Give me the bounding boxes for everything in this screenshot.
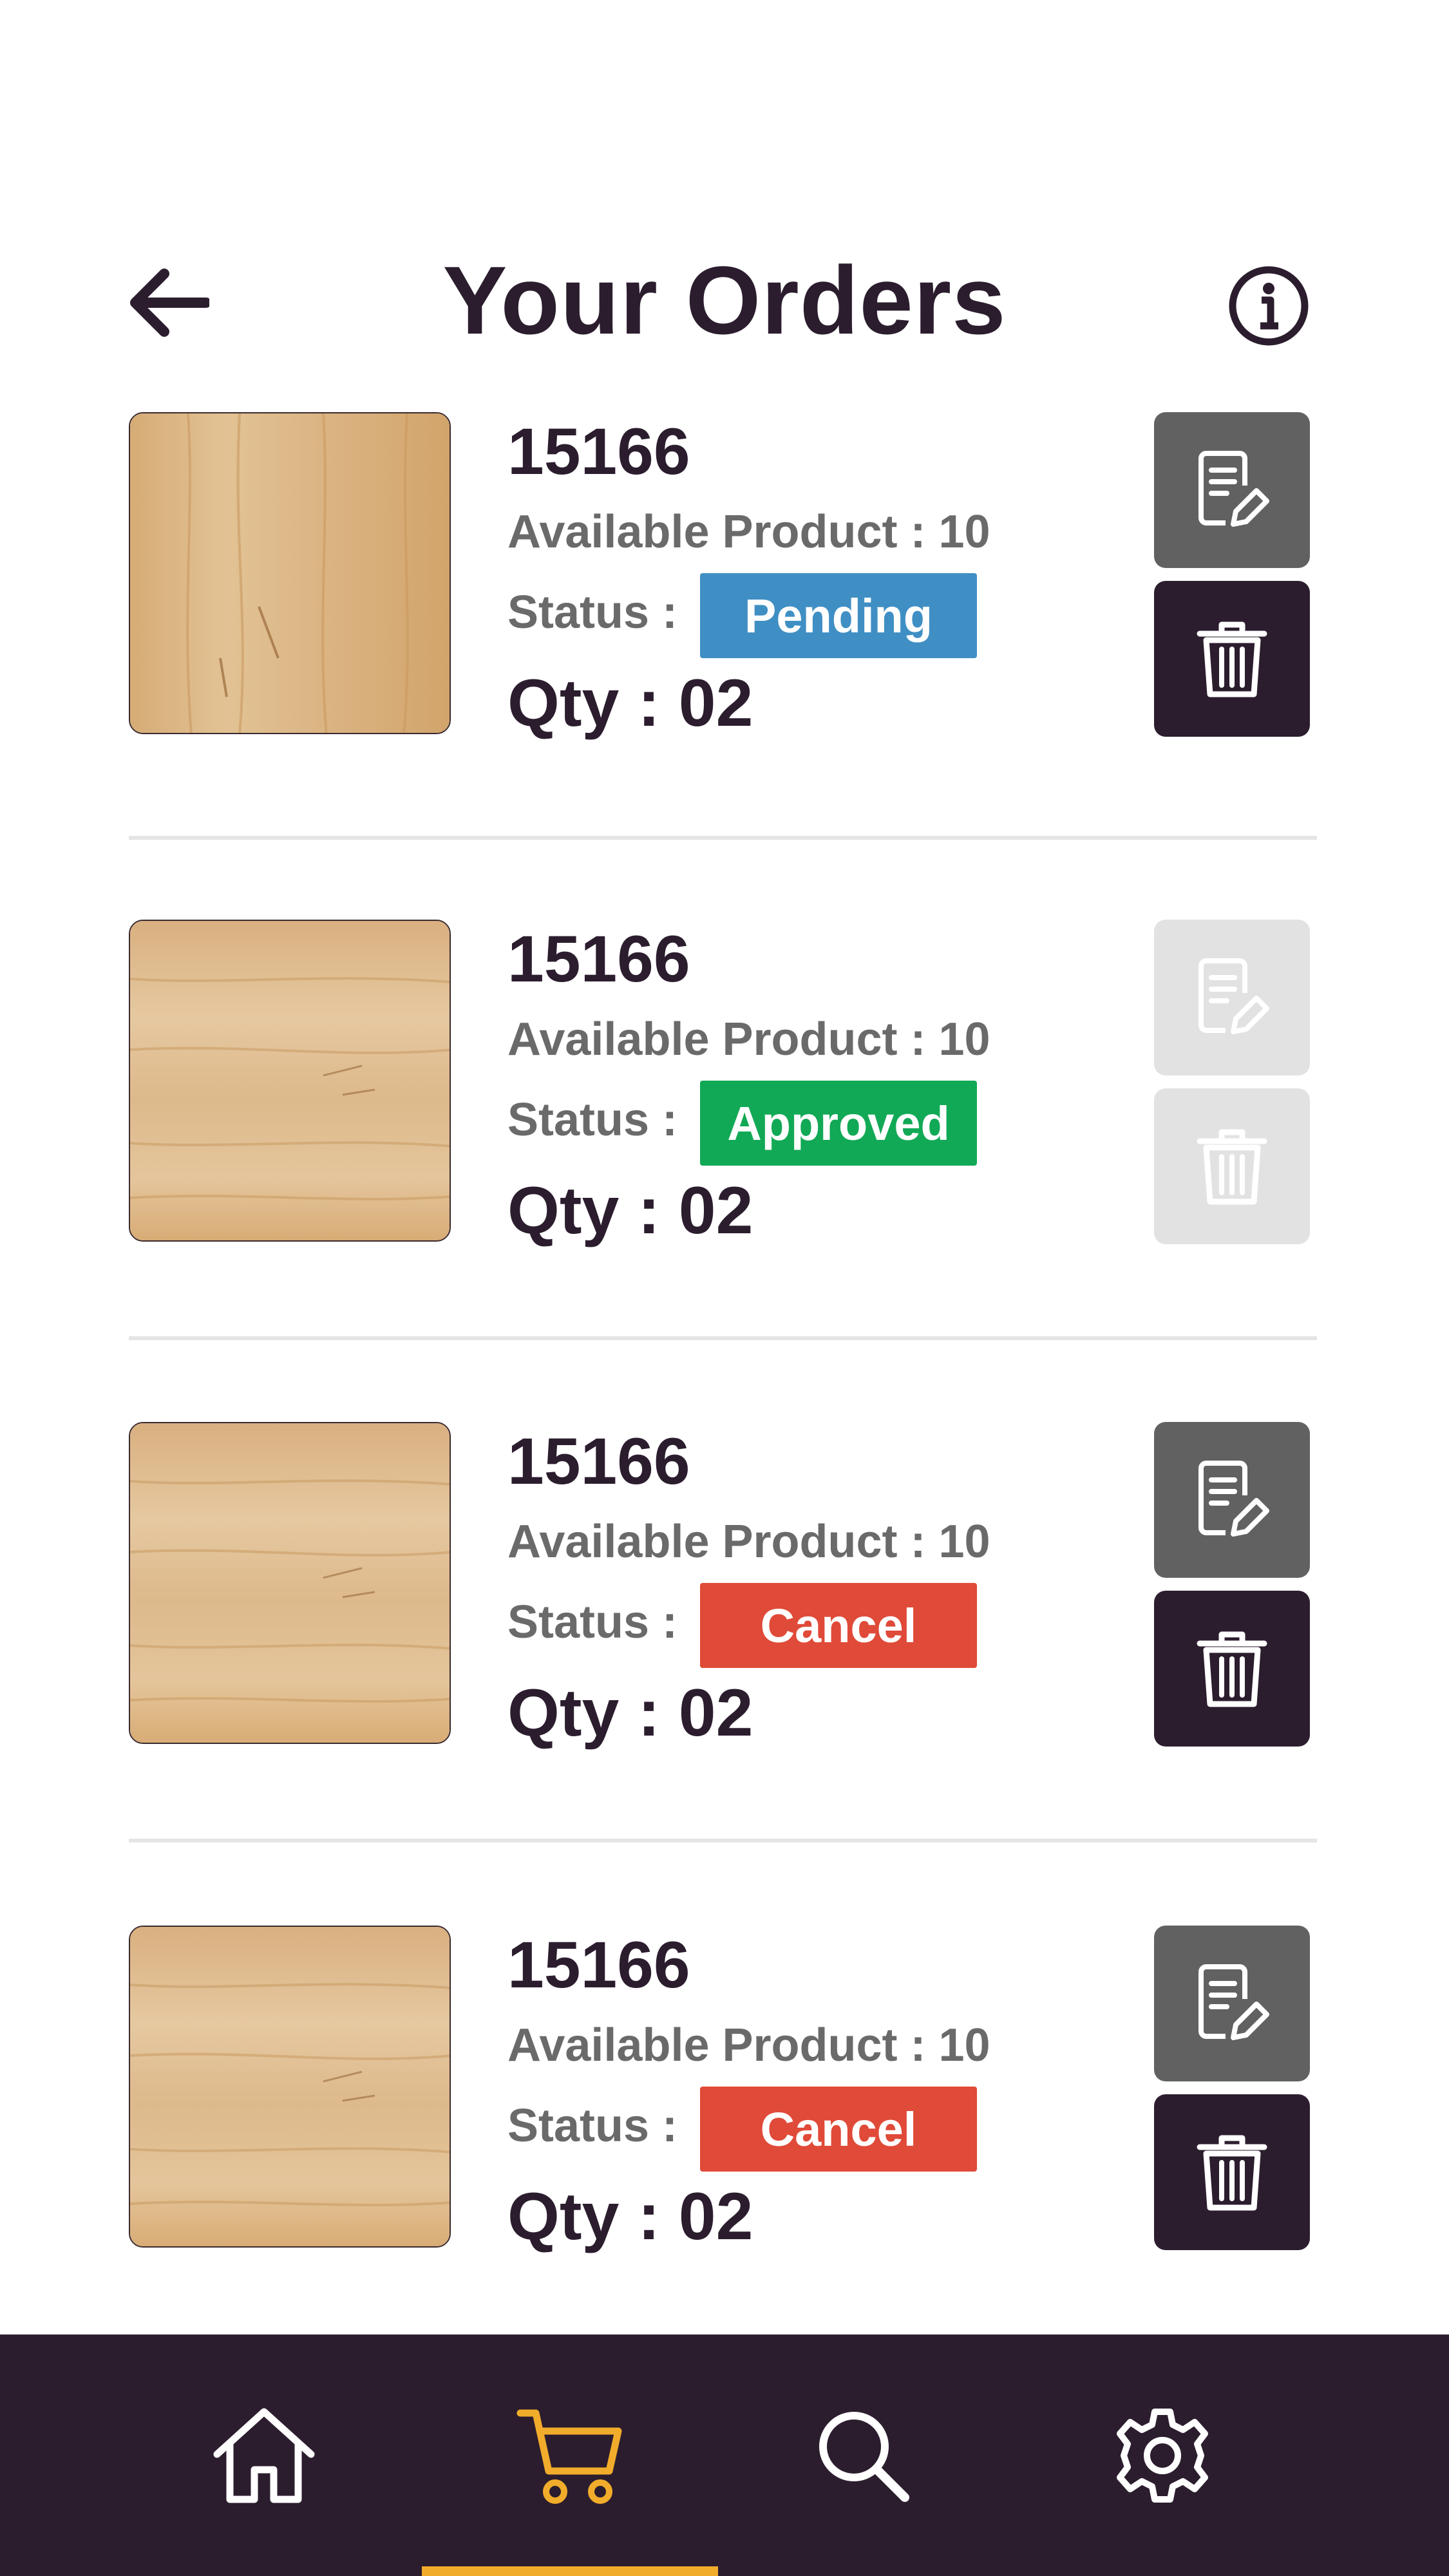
divider <box>129 1839 1317 1842</box>
edit-order-button[interactable] <box>1154 1422 1310 1578</box>
status-label: Status : <box>507 1094 678 1146</box>
order-id: 15166 <box>507 1928 690 2002</box>
order-id: 15166 <box>507 415 690 488</box>
edit-order-button[interactable] <box>1154 412 1310 568</box>
status-badge: Pending <box>700 573 977 658</box>
order-quantity: Qty : 02 <box>507 2179 753 2254</box>
order-quantity: Qty : 02 <box>507 666 753 741</box>
status-badge: Cancel <box>700 2087 977 2172</box>
available-product: Available Product : 10 <box>507 2020 990 2071</box>
available-product: Available Product : 10 <box>507 506 990 558</box>
trash-icon <box>1197 1129 1267 1205</box>
divider <box>129 1336 1317 1340</box>
order-item: 15166 Available Product : 10 Status : Ca… <box>0 1926 1449 2260</box>
edit-document-icon <box>1198 1461 1269 1537</box>
delete-order-button[interactable] <box>1154 2094 1310 2250</box>
status-label: Status : <box>507 2100 678 2152</box>
nav-home[interactable] <box>116 2334 412 2576</box>
edit-document-icon <box>1198 958 1269 1034</box>
bottom-navigation <box>0 2334 1449 2576</box>
header: Your Orders <box>0 0 1449 386</box>
edit-document-icon <box>1198 451 1269 527</box>
product-thumbnail[interactable] <box>129 412 451 734</box>
info-icon <box>1229 266 1309 346</box>
nav-active-indicator <box>422 2566 718 2576</box>
product-thumbnail-image <box>130 413 450 733</box>
order-id: 15166 <box>507 1425 690 1498</box>
available-product: Available Product : 10 <box>507 1516 990 1567</box>
status-badge: Approved <box>700 1081 977 1166</box>
product-thumbnail[interactable] <box>129 1422 451 1744</box>
info-button[interactable] <box>1227 264 1311 348</box>
available-product: Available Product : 10 <box>507 1014 990 1065</box>
edit-order-button[interactable] <box>1154 1926 1310 2081</box>
home-icon <box>213 2408 315 2503</box>
product-thumbnail-image <box>130 921 450 1240</box>
product-thumbnail-image <box>130 1927 450 2246</box>
order-quantity: Qty : 02 <box>507 1173 753 1248</box>
delete-order-button[interactable] <box>1154 581 1310 737</box>
delete-order-button[interactable] <box>1154 1591 1310 1747</box>
order-id: 15166 <box>507 922 690 996</box>
search-icon <box>819 2411 909 2502</box>
gear-icon <box>1117 2408 1208 2503</box>
product-thumbnail[interactable] <box>129 1926 451 2248</box>
order-quantity: Qty : 02 <box>507 1676 753 1750</box>
product-thumbnail[interactable] <box>129 920 451 1242</box>
status-label: Status : <box>507 1596 678 1648</box>
edit-document-icon <box>1198 1964 1269 2040</box>
delete-order-button <box>1154 1088 1310 1244</box>
nav-settings[interactable] <box>1014 2334 1311 2576</box>
status-badge: Cancel <box>700 1583 977 1668</box>
edit-order-button <box>1154 920 1310 1075</box>
trash-icon <box>1197 1631 1267 1707</box>
cart-icon <box>516 2409 622 2504</box>
nav-cart[interactable] <box>422 2334 718 2576</box>
order-item: 15166 Available Product : 10 Status : Ca… <box>0 1422 1449 1757</box>
status-label: Status : <box>507 587 678 638</box>
order-item: 15166 Available Product : 10 Status : Pe… <box>0 412 1449 747</box>
product-thumbnail-image <box>130 1423 450 1743</box>
divider <box>129 836 1317 840</box>
order-item: 15166 Available Product : 10 Status : Ap… <box>0 920 1449 1255</box>
nav-search[interactable] <box>715 2334 1011 2576</box>
trash-icon <box>1197 2135 1267 2211</box>
trash-icon <box>1197 621 1267 697</box>
